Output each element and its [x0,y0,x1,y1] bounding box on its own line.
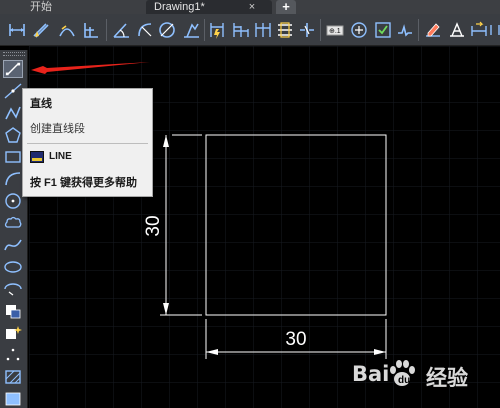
watermark-brand-right: 经验 [426,366,468,390]
dim-update-icon[interactable] [470,21,488,39]
tab-start[interactable]: 开始 [30,0,140,14]
dim-break-icon[interactable] [298,21,316,39]
ordinate-dim-icon[interactable] [82,21,100,39]
tooltip-command: LINE [49,151,72,162]
ellipse-icon[interactable] [3,258,23,276]
hatch-icon[interactable] [3,368,23,386]
inspection-icon[interactable] [374,21,392,39]
linear-dim-icon[interactable] [8,21,26,39]
arc-icon[interactable] [3,170,23,188]
jogged-dim-icon[interactable] [182,21,200,39]
close-tab-icon[interactable]: × [246,0,258,14]
new-tab-button[interactable]: + [276,0,296,14]
tooltip-help: 按 F1 键获得更多帮助 [30,177,137,189]
command-line-icon [30,151,44,163]
polygon-icon[interactable] [3,126,23,144]
ellipse-arc-icon[interactable] [3,280,23,298]
make-block-icon[interactable] [3,324,23,342]
center-mark-icon[interactable] [350,21,368,39]
rectangle-icon[interactable] [3,148,23,166]
horizontal-dimension-text: 30 [285,329,307,350]
dim-style-icon[interactable] [490,21,500,39]
document-tab-bar: 开始 Drawing1* × + [0,0,500,14]
toolbar-grip[interactable] [3,52,25,56]
continue-dim-icon[interactable] [254,21,272,39]
svg-text:⊕.1: ⊕.1 [329,28,341,35]
paw-logo-icon: du [390,360,415,386]
svg-text:du: du [398,375,410,386]
dim-edit-icon[interactable] [424,21,442,39]
dim-space-icon[interactable] [276,21,294,39]
aligned-dim-icon[interactable] [32,21,50,39]
tooltip-title: 直线 [30,98,52,110]
watermark-brand-left: Bai [352,362,390,386]
spline-icon[interactable] [3,236,23,254]
tolerance-icon[interactable]: ⊕.1 [326,21,344,39]
toolbar-separator [320,19,321,41]
gradient-icon[interactable] [3,390,23,408]
line-tool-tooltip: 直线 创建直线段 LINE 按 F1 键获得更多帮助 [22,88,153,197]
radius-dim-icon[interactable] [136,21,154,39]
insert-block-icon[interactable] [3,302,23,320]
quick-dim-icon[interactable] [208,21,226,39]
angular-dim-icon[interactable] [112,21,130,39]
vertical-dimension-text: 30 [143,215,164,237]
revision-cloud-icon[interactable] [3,214,23,232]
autocad-window: 开始 Drawing1* × + ⊕.1 30 30 直线 创建直线段 LINE… [0,0,500,408]
baidu-jingyan-watermark: Bai du 经验 [346,354,496,394]
toolbar-separator [106,19,107,41]
tooltip-description: 创建直线段 [30,123,85,135]
construction-line-icon[interactable] [3,82,23,100]
point-icon[interactable] [3,346,23,364]
diameter-dim-icon[interactable] [158,21,176,39]
jogged-linear-icon[interactable] [396,21,414,39]
dim-text-edit-icon[interactable] [448,21,466,39]
circle-icon[interactable] [3,192,23,210]
arc-length-icon[interactable] [58,21,76,39]
baseline-dim-icon[interactable] [232,21,250,39]
line-icon[interactable] [3,60,23,78]
toolbar-separator [204,19,205,41]
dimension-toolbar: ⊕.1 [0,14,500,46]
tooltip-divider [27,143,148,144]
toolbar-separator [418,19,419,41]
polyline-icon[interactable] [3,104,23,122]
